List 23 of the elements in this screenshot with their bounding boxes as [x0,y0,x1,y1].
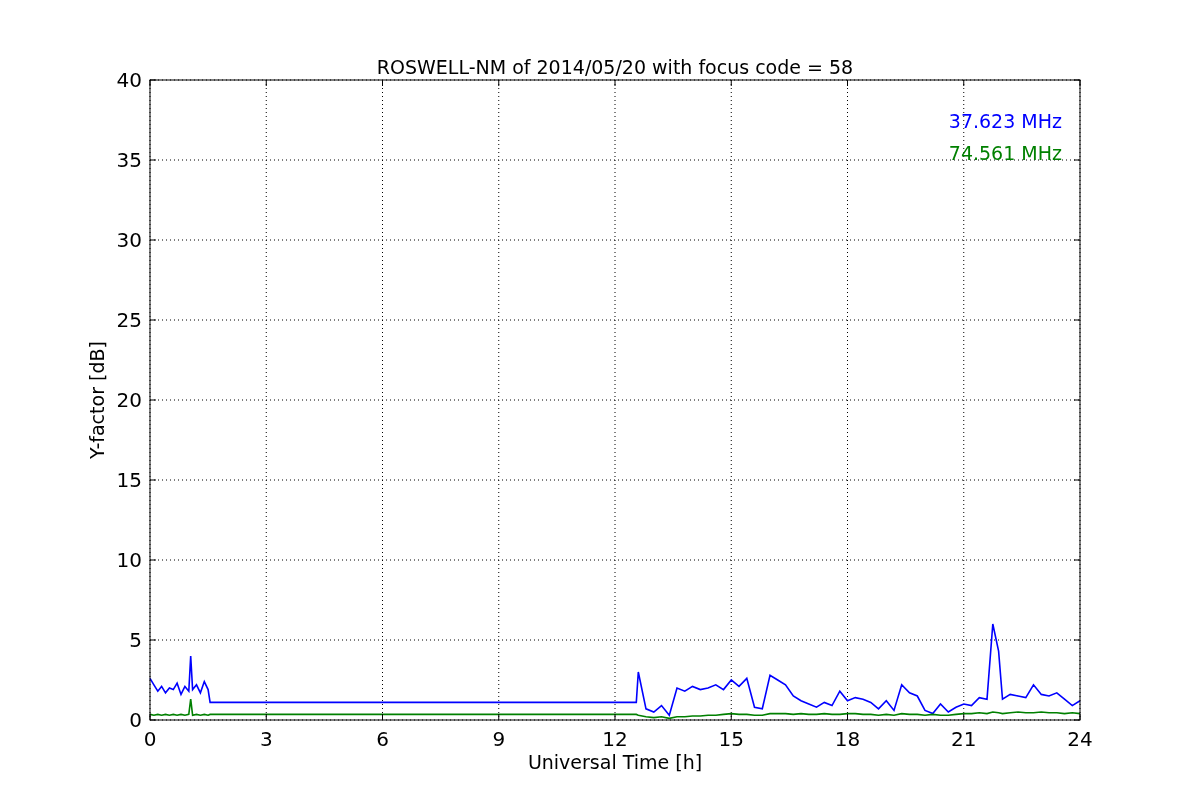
chart-title: ROSWELL-NM of 2014/05/20 with focus code = 58 [376,56,854,78]
tick-label: 6 [376,727,389,751]
tick-label: 25 [116,308,142,332]
axis-label: Y-factor [dB] [86,341,108,459]
tick-label: 35 [116,148,142,172]
tick-label: 3 [259,727,273,751]
tick-label: 12 [602,727,628,751]
tick-label: 18 [834,727,861,751]
tick-label: 0 [129,708,142,732]
tick-label: 30 [116,228,142,252]
legend-label: 74.561 MHz [948,142,1062,164]
tick-label: 9 [492,727,506,751]
tick-label: 0 [143,727,157,751]
tick-label: 20 [116,388,142,412]
tick-label: 21 [951,727,977,751]
axis-label: Universal Time [h] [527,751,703,773]
tick-label: 15 [718,727,744,751]
legend-label: 37.623 MHz [948,110,1062,132]
tick-label: 15 [116,468,142,492]
tick-label: 40 [116,68,142,92]
tick-label: 24 [1067,727,1093,751]
tick-label: 10 [116,548,142,572]
tick-label: 5 [129,628,142,652]
